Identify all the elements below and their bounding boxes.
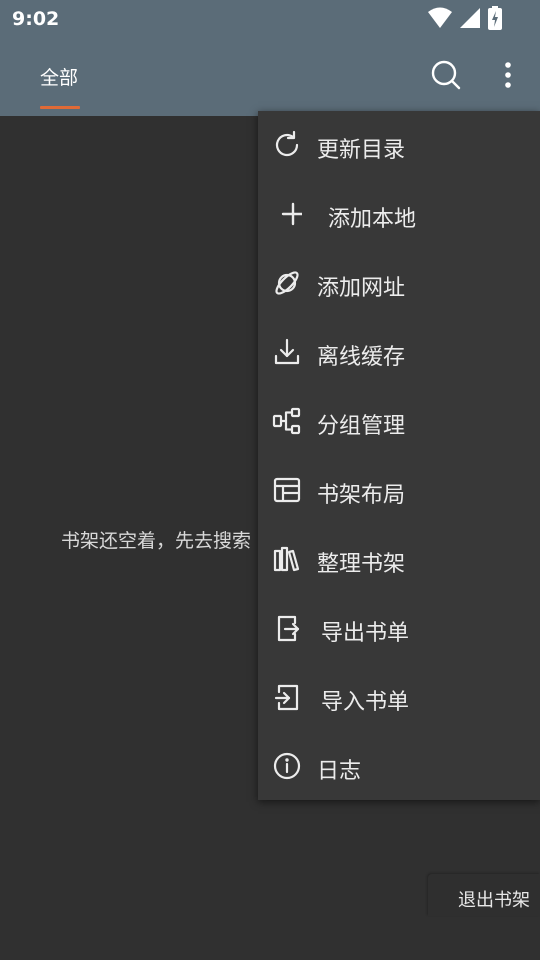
menu-item-group-management[interactable]: 分组管理: [258, 387, 540, 455]
info-icon: [272, 751, 302, 781]
layout-icon: [272, 475, 302, 505]
plus-icon: [272, 199, 302, 229]
menu-item-organize-bookshelf[interactable]: 整理书架: [258, 525, 540, 593]
battery-charging-icon: [488, 6, 502, 30]
exit-bookshelf-label: 退出书架: [458, 890, 530, 911]
menu-item-label: 日志: [317, 759, 362, 784]
tab-all[interactable]: 全部: [40, 63, 78, 90]
search-icon: [430, 59, 462, 91]
export-icon: [272, 613, 302, 643]
app-bar: 9:02 全部: [0, 0, 540, 116]
more-options-button[interactable]: [498, 59, 518, 91]
overflow-menu: 更新目录 添加本地 添加网址 离线缓存 分组管理 书架布局 整理书架 导出书单 …: [258, 111, 540, 800]
menu-item-label: 导入书单: [321, 690, 410, 715]
books-icon: [272, 544, 302, 574]
more-vert-icon: [498, 59, 518, 91]
empty-bookshelf-message: 书架还空着，先去搜索: [61, 530, 252, 552]
wifi-icon: [428, 7, 452, 29]
exit-bookshelf-button[interactable]: 退出书架: [428, 874, 540, 916]
menu-item-label: 添加网址: [317, 276, 406, 301]
download-icon: [272, 337, 302, 367]
menu-item-label: 整理书架: [317, 552, 406, 577]
status-time: 9:02: [12, 8, 60, 30]
menu-item-offline-cache[interactable]: 离线缓存: [258, 318, 540, 386]
menu-item-label: 更新目录: [317, 138, 406, 163]
cell-signal-icon: [460, 8, 480, 28]
menu-item-label: 导出书单: [321, 621, 410, 646]
menu-item-label: 分组管理: [317, 414, 406, 439]
status-icons: [428, 6, 502, 30]
refresh-icon: [272, 130, 302, 160]
menu-item-add-url[interactable]: 添加网址: [258, 249, 540, 317]
menu-item-log[interactable]: 日志: [258, 732, 540, 800]
menu-item-label: 离线缓存: [317, 345, 406, 370]
tab-indicator: [40, 106, 80, 109]
import-icon: [272, 682, 302, 712]
search-button[interactable]: [430, 59, 462, 91]
menu-item-update-catalog[interactable]: 更新目录: [258, 111, 540, 179]
menu-item-add-local[interactable]: 添加本地: [258, 180, 540, 248]
menu-item-export-booklist[interactable]: 导出书单: [258, 594, 540, 662]
menu-item-bookshelf-layout[interactable]: 书架布局: [258, 456, 540, 524]
menu-item-label: 书架布局: [317, 483, 406, 508]
group-tree-icon: [272, 406, 302, 436]
menu-item-import-booklist[interactable]: 导入书单: [258, 663, 540, 731]
menu-item-label: 添加本地: [328, 207, 417, 232]
planet-icon: [272, 268, 302, 298]
